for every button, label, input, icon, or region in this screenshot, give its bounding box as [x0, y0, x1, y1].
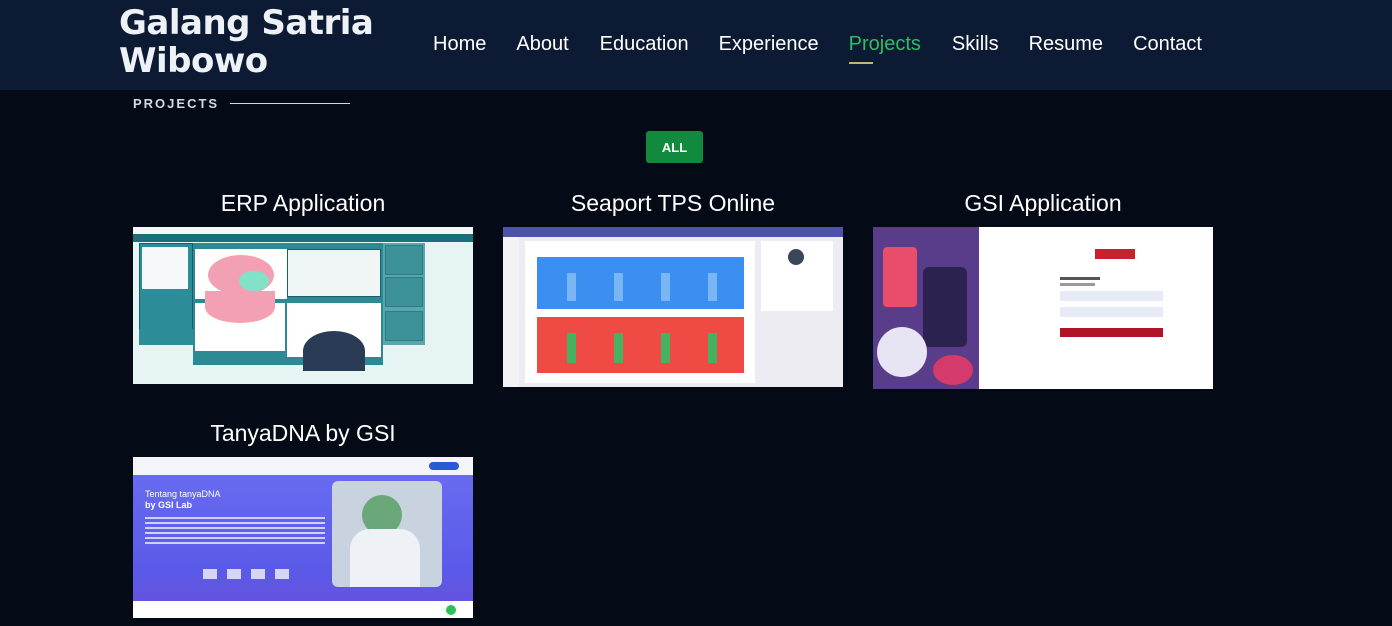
thumb-heading-line-1: Tentang tanyaDNA: [145, 489, 221, 499]
thumb-sidebar-footer: [139, 329, 193, 345]
section-title: PROJECTS: [133, 96, 220, 111]
thumb-heading-line-2: by GSI Lab: [145, 500, 193, 510]
chat-icon: [446, 605, 456, 615]
thumb-topbar: [133, 227, 473, 234]
thumb-lower-pie: [205, 291, 275, 323]
filter-all-button[interactable]: ALL: [646, 131, 703, 163]
thumb-tile: [385, 245, 423, 275]
thumb-heading: Tentang tanyaDNA by GSI Lab: [145, 489, 221, 511]
thumb-accreditation: [203, 569, 293, 579]
thumb-tile: [385, 311, 423, 341]
project-title-gsi: GSI Application: [964, 190, 1122, 216]
thumb-photo-body: [350, 529, 420, 587]
thumb-pie-slice: [239, 271, 269, 291]
project-title-tanyadna: TanyaDNA by GSI: [210, 420, 396, 446]
thumb-art-shape: [933, 355, 973, 385]
thumb-bar: [708, 273, 717, 301]
thumb-footer: [133, 601, 473, 618]
nav-home[interactable]: Home: [433, 33, 486, 56]
thumb-logo: [1095, 249, 1135, 259]
nav-skills[interactable]: Skills: [952, 33, 999, 56]
project-thumb-seaport[interactable]: [503, 227, 843, 387]
thumb-bar: [567, 273, 576, 301]
project-title-seaport: Seaport TPS Online: [570, 190, 776, 216]
section-divider: [230, 103, 350, 104]
thumb-input: [1060, 307, 1163, 317]
nav-about[interactable]: About: [516, 33, 568, 56]
thumb-input: [1060, 291, 1163, 301]
user-icon: [788, 249, 804, 265]
thumb-login-button: [1060, 328, 1163, 337]
thumb-art-shape: [923, 267, 967, 347]
project-thumb-gsi[interactable]: [873, 227, 1213, 389]
site-header: Galang Satria Wibowo Home About Educatio…: [0, 0, 1392, 90]
thumb-bar: [567, 333, 576, 363]
thumb-text: [1060, 277, 1100, 280]
thumb-paragraph: [145, 517, 325, 547]
thumb-bar: [614, 273, 623, 301]
thumb-bar: [661, 333, 670, 363]
thumb-art-shape: [883, 247, 917, 307]
thumb-text: [1060, 283, 1095, 286]
thumb-bar: [661, 273, 670, 301]
thumb-photo: [332, 481, 442, 587]
thumb-sidebar-panel: [142, 247, 188, 289]
thumb-nav-button: [429, 462, 459, 470]
thumb-menubar: [133, 234, 473, 242]
project-title-erp: ERP Application: [220, 190, 386, 216]
thumb-table: [287, 249, 381, 297]
nav-projects[interactable]: Projects: [848, 33, 921, 64]
brand-line-1: Galang Satria: [119, 3, 374, 43]
thumb-topbar: [503, 227, 843, 237]
thumb-bar: [614, 333, 623, 363]
thumb-sidebar: [503, 237, 519, 387]
main-nav: Home About Education Experience Projects…: [433, 33, 1202, 64]
project-thumb-tanyadna[interactable]: Tentang tanyaDNA by GSI Lab: [133, 457, 473, 618]
brand-logo[interactable]: Galang Satria Wibowo: [119, 3, 374, 81]
nav-contact[interactable]: Contact: [1133, 33, 1202, 56]
brand-line-2: Wibowo: [119, 41, 268, 81]
thumb-tile: [385, 277, 423, 307]
nav-education[interactable]: Education: [600, 33, 689, 56]
nav-resume[interactable]: Resume: [1029, 33, 1103, 56]
nav-experience[interactable]: Experience: [719, 33, 819, 56]
thumb-art-shape: [877, 327, 927, 377]
thumb-navbar: [133, 457, 473, 475]
project-thumb-erp[interactable]: [133, 227, 473, 384]
thumb-lower-chart: [303, 331, 365, 371]
thumb-bar: [708, 333, 717, 363]
